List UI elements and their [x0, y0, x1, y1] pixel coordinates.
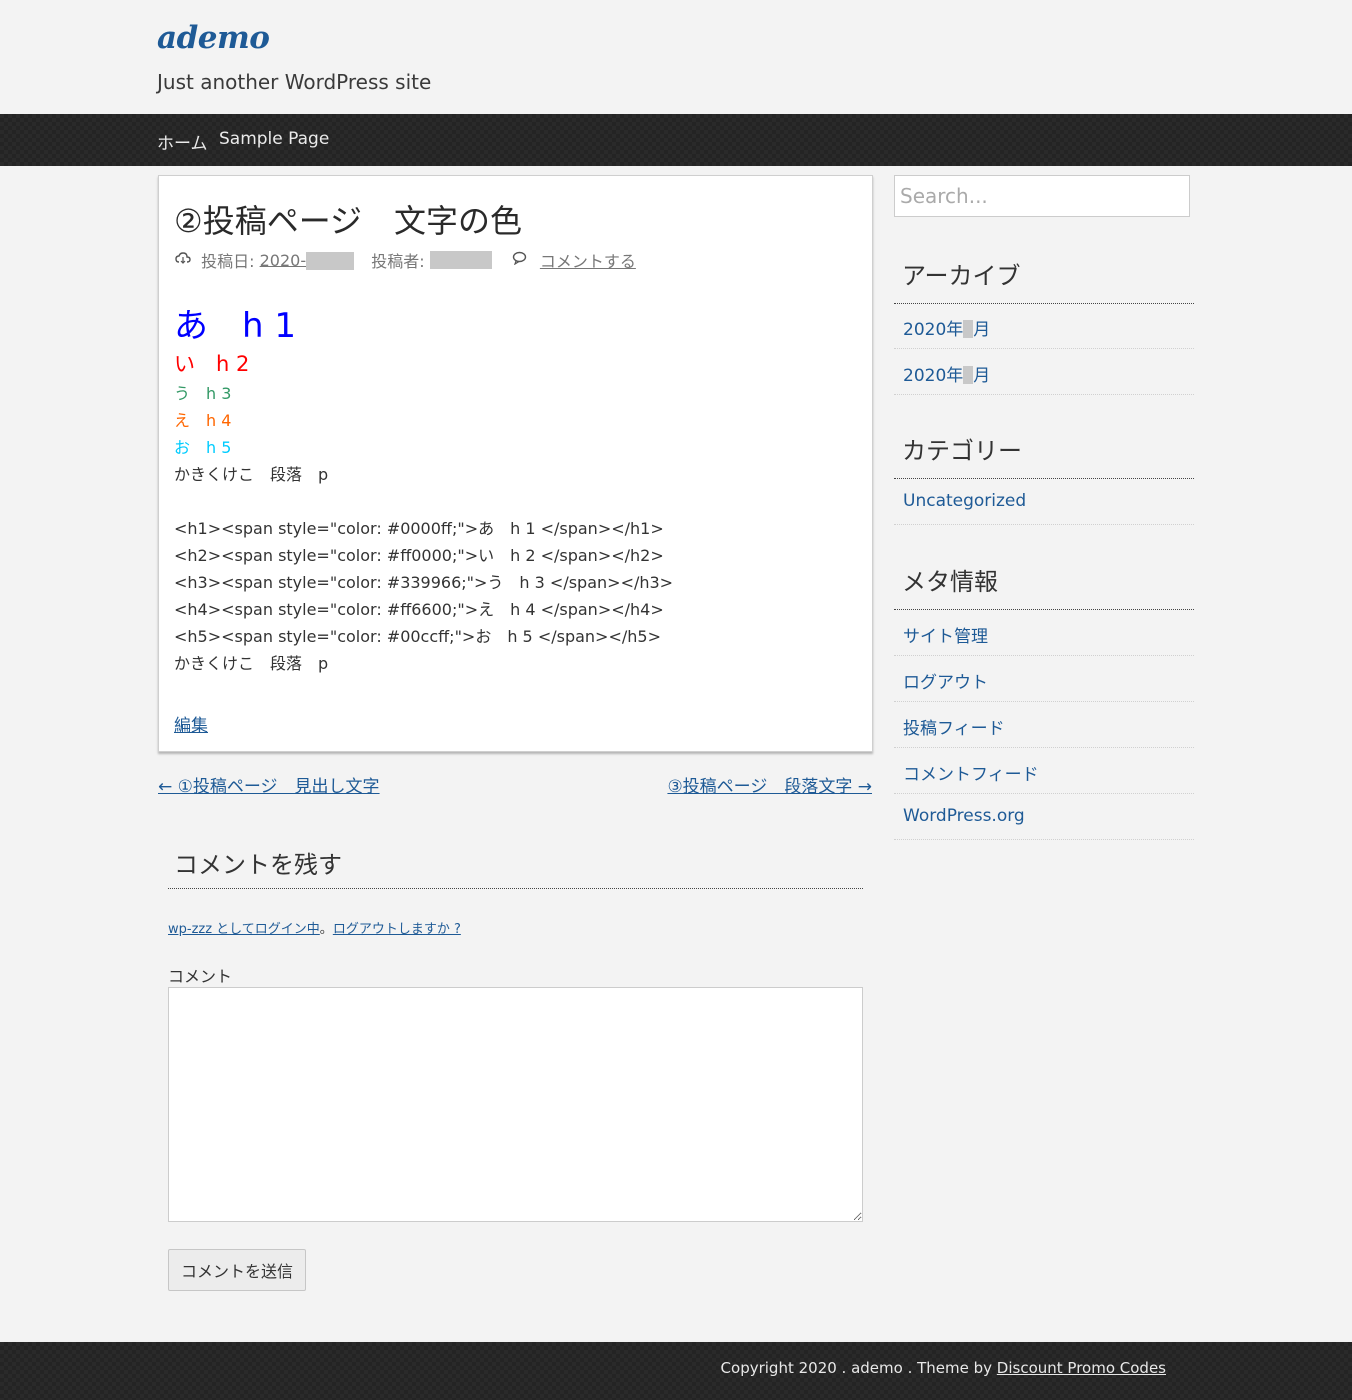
redacted-date [306, 251, 355, 270]
meta-link-site-admin[interactable]: サイト管理 [903, 622, 988, 647]
redacted-month [963, 365, 974, 384]
nav-item-home[interactable]: ホーム [157, 129, 208, 154]
heading-h5-sample: お h 5 [174, 438, 232, 457]
site-title-link[interactable]: ademo [157, 20, 270, 56]
archives-widget-title: アーカイブ [894, 256, 1194, 304]
code-line: かきくけこ 段落 p [174, 654, 329, 673]
post-title: ②投稿ページ 文字の色 [174, 202, 523, 240]
comment-label: コメント [168, 967, 233, 986]
comment-textarea[interactable] [168, 987, 863, 1222]
meta-link-logout[interactable]: ログアウト [903, 668, 988, 693]
archive-link-prefix: 2020年 [903, 320, 964, 340]
post-card: ②投稿ページ 文字の色 投稿日: 2020- 投稿者: コメントする あ h 1… [158, 175, 873, 752]
code-line: <h4><span style="color: #ff6600;">え h 4 … [174, 600, 664, 619]
cloud-icon [174, 251, 192, 269]
categories-widget-title: カテゴリー [894, 431, 1194, 479]
comment-bubble-icon [511, 251, 529, 269]
comment-form-heading: コメントを残す [168, 845, 863, 889]
redacted-author [429, 251, 492, 269]
meta-link-comments-feed[interactable]: コメントフィード [903, 760, 1039, 785]
site-description: Just another WordPress site [157, 70, 432, 94]
meta-link-wordpress-org[interactable]: WordPress.org [903, 806, 1025, 826]
archives-list: 2020年月 2020年月 [894, 303, 1194, 395]
logged-in-user-link[interactable]: wp-zzz としてログイン中 [168, 922, 320, 937]
heading-h2-sample: い h 2 [174, 352, 250, 376]
code-line: <h5><span style="color: #00ccff;">お h 5 … [174, 627, 661, 646]
meta-widget-title: メタ情報 [894, 562, 1194, 610]
site-header: ademo Just another WordPress site [0, 0, 1352, 114]
post-content: あ h 1 い h 2 う h 3 え h 4 お h 5 かきくけこ 段落 p… [174, 304, 854, 677]
category-link-uncategorized[interactable]: Uncategorized [903, 491, 1026, 511]
list-item: ログアウト [894, 656, 1194, 702]
heading-h1-sample: あ h 1 [174, 306, 296, 346]
main-navigation: ホーム Sample Page [0, 114, 1352, 166]
heading-h3-sample: う h 3 [174, 384, 232, 403]
list-item: 2020年月 [894, 303, 1194, 349]
search-input[interactable] [894, 175, 1190, 217]
edit-post-link[interactable]: 編集 [174, 711, 208, 736]
redacted-month [963, 319, 974, 338]
post-author-label: 投稿者: [371, 252, 425, 271]
previous-post-link[interactable]: ← ①投稿ページ 見出し文字 [158, 772, 380, 797]
list-item: 2020年月 [894, 349, 1194, 395]
meta-list: サイト管理 ログアウト 投稿フィード コメントフィード WordPress.or… [894, 610, 1194, 840]
next-post-link[interactable]: ③投稿ページ 段落文字 → [667, 772, 872, 797]
footer-theme-link[interactable]: Discount Promo Codes [997, 1359, 1166, 1377]
archive-link-suffix: 月 [973, 366, 991, 386]
code-line: <h3><span style="color: #339966;">う h 3 … [174, 573, 674, 592]
meta-link-entries-feed[interactable]: 投稿フィード [903, 714, 1005, 739]
categories-list: Uncategorized [894, 479, 1194, 525]
post-meta: 投稿日: 2020- 投稿者: コメントする [174, 248, 636, 272]
code-listing: <h1><span style="color: #0000ff;">あ h 1 … [174, 515, 854, 677]
post-date-value: 2020- [259, 251, 307, 270]
list-item: WordPress.org [894, 794, 1194, 840]
archive-link-suffix: 月 [973, 320, 991, 340]
post-date-link[interactable]: 2020- [259, 250, 355, 270]
submit-comment-button[interactable]: コメントを送信 [168, 1249, 306, 1291]
list-item: コメントフィード [894, 748, 1194, 794]
code-line: <h1><span style="color: #0000ff;">あ h 1 … [174, 519, 664, 538]
logged-in-separator: 。 [319, 922, 333, 937]
nav-item-sample-page[interactable]: Sample Page [219, 129, 329, 149]
comment-link[interactable]: コメントする [540, 252, 636, 271]
list-item: 投稿フィード [894, 702, 1194, 748]
archive-link[interactable]: 2020年月 [903, 315, 990, 340]
code-line: <h2><span style="color: #ff0000;">い h 2 … [174, 546, 664, 565]
heading-h4-sample: え h 4 [174, 411, 232, 430]
list-item: サイト管理 [894, 610, 1194, 656]
archive-link[interactable]: 2020年月 [903, 361, 990, 386]
site-footer: Copyright 2020 . ademo . Theme by Discou… [0, 1342, 1352, 1400]
post-date-label: 投稿日: [201, 252, 255, 271]
logged-in-notice: wp-zzz としてログイン中。ログアウトしますか ? [168, 918, 461, 937]
logout-link[interactable]: ログアウトしますか ? [333, 922, 461, 937]
footer-copyright: Copyright 2020 . ademo . Theme by [720, 1359, 997, 1377]
footer-credit: Copyright 2020 . ademo . Theme by Discou… [721, 1359, 1166, 1377]
list-item: Uncategorized [894, 479, 1194, 525]
paragraph-sample: かきくけこ 段落 p [174, 465, 329, 484]
archive-link-prefix: 2020年 [903, 366, 964, 386]
